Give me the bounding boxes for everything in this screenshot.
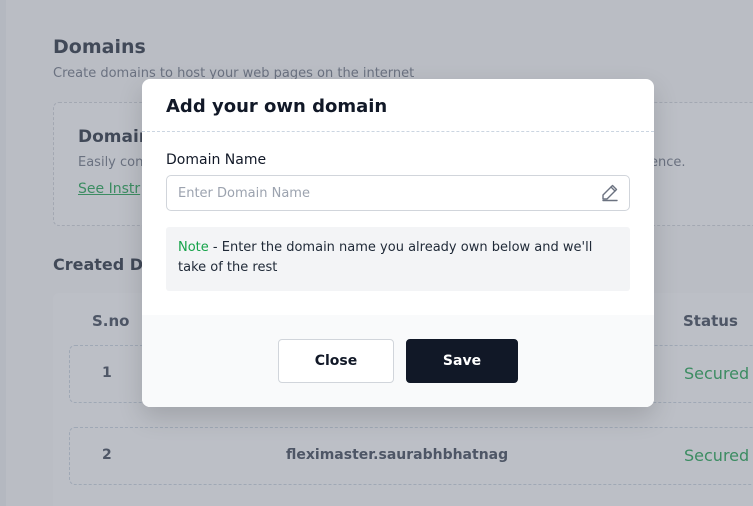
domain-name-label: Domain Name xyxy=(166,152,267,168)
close-button[interactable]: Close xyxy=(278,339,394,383)
note-label: Note xyxy=(178,240,209,255)
save-button[interactable]: Save xyxy=(406,339,518,383)
pencil-edit-icon xyxy=(600,182,620,202)
note-text: - Enter the domain name you already own … xyxy=(178,240,593,275)
note-box: Note - Enter the domain name you already… xyxy=(166,227,630,291)
modal-title: Add your own domain xyxy=(166,96,388,117)
modal-footer: Close Save xyxy=(142,315,654,407)
modal-header: Add your own domain xyxy=(142,79,654,132)
add-domain-modal: Add your own domain Domain Name Note - E… xyxy=(142,79,654,407)
domain-name-input[interactable] xyxy=(166,175,630,211)
